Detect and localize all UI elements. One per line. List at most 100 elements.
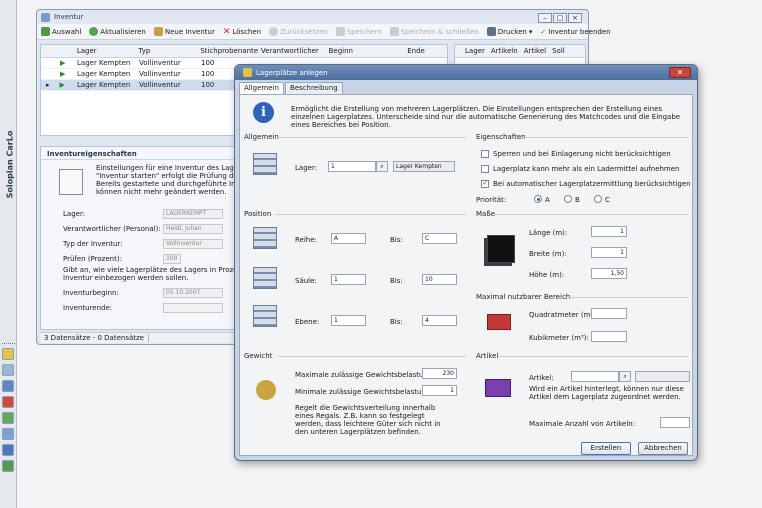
- max-articles-input[interactable]: [660, 417, 690, 428]
- inventory-type-field[interactable]: Vollinventur: [163, 239, 223, 249]
- priority-b-radio[interactable]: [564, 195, 572, 203]
- column-header[interactable]: Verantwortlicher: [258, 47, 326, 55]
- priority-a-radio[interactable]: [534, 195, 542, 203]
- key-icon[interactable]: [2, 348, 14, 360]
- warehouse-field[interactable]: LAGERKEMPT: [163, 209, 223, 219]
- level-to-input[interactable]: 4: [422, 315, 457, 326]
- multi-carrier-checkbox[interactable]: [481, 165, 489, 173]
- column-header[interactable]: Artikeln: [491, 47, 518, 55]
- toolbar: Auswahl Aktualisieren Neue Inventur ✕ Lös…: [37, 24, 611, 40]
- user-icon[interactable]: [2, 460, 14, 472]
- toolbar-filter-button[interactable]: Auswahl: [41, 27, 81, 36]
- max-weight-input[interactable]: 230: [422, 368, 457, 379]
- create-button[interactable]: Erstellen: [581, 442, 631, 455]
- checklist-icon: [59, 169, 83, 195]
- finish-icon: ✓: [540, 27, 547, 36]
- end-date-field[interactable]: [163, 303, 223, 313]
- row-from-input[interactable]: A: [331, 233, 366, 244]
- length-input[interactable]: 1: [591, 226, 627, 237]
- column-header[interactable]: Lager: [465, 47, 485, 55]
- save-close-icon: [389, 27, 399, 36]
- level-from-input[interactable]: 1: [331, 315, 366, 326]
- min-weight-input[interactable]: 1: [422, 385, 457, 396]
- container-icon: [487, 314, 511, 330]
- section-dimensions: Maße: [476, 210, 496, 218]
- width-input[interactable]: 1: [591, 247, 627, 258]
- calculator-icon[interactable]: [2, 380, 14, 392]
- save-icon: [335, 27, 345, 36]
- create-locations-dialog: Lagerplätze anlegen ✕ Allgemein Beschrei…: [234, 64, 698, 461]
- refresh-icon: [89, 27, 99, 36]
- column-header[interactable]: Soll: [552, 47, 565, 55]
- percent-field[interactable]: 100: [163, 254, 181, 264]
- info-text: Ermöglicht die Erstellung von mehreren L…: [291, 105, 681, 129]
- sidebar: Soloplan CarLo: [0, 0, 17, 508]
- globe-icon[interactable]: [2, 412, 14, 424]
- close-button[interactable]: ×: [568, 13, 582, 23]
- column-header[interactable]: Lager: [74, 47, 136, 55]
- new-inventory-icon: [153, 27, 163, 36]
- responsible-field[interactable]: Heidl, Julian: [163, 224, 223, 234]
- warehouse-name: Lager Kempten: [393, 161, 455, 172]
- window-icon: [41, 12, 50, 22]
- article-name: [635, 371, 690, 382]
- toolbar-finish-button[interactable]: ✓ Inventur beenden: [540, 28, 610, 36]
- toolbar-new-button[interactable]: Neue Inventur: [153, 27, 215, 36]
- row-pointer-icon: ▸: [46, 81, 50, 89]
- document-icon[interactable]: [2, 364, 14, 376]
- cube-icon: [487, 235, 515, 263]
- section-article: Artikel: [476, 352, 499, 360]
- weight-note: Regelt die Gewichtsverteilung innerhalb …: [295, 404, 441, 436]
- auto-assign-checkbox[interactable]: ✓: [481, 180, 489, 188]
- section-weight: Gewicht: [244, 352, 273, 360]
- column-to-input[interactable]: 10: [422, 274, 457, 285]
- tab-description[interactable]: Beschreibung: [284, 82, 343, 94]
- toolbar-refresh-button[interactable]: Aktualisieren: [89, 27, 146, 36]
- area-input[interactable]: [591, 308, 627, 319]
- shelf-icon: [253, 153, 277, 175]
- row-to-input[interactable]: C: [422, 233, 457, 244]
- column-header[interactable]: Ende: [404, 47, 447, 55]
- toolbar-reset-button[interactable]: Zurücksetzen: [269, 27, 328, 36]
- truck-icon[interactable]: [2, 396, 14, 408]
- divider: [2, 343, 15, 344]
- article-note: Wird ein Artikel hinterlegt, können nur …: [529, 385, 684, 401]
- toolbar-save-button[interactable]: Speichern: [335, 27, 382, 36]
- column-header[interactable]: Stichprobenanteil: [197, 47, 258, 55]
- priority-c-radio[interactable]: [594, 195, 602, 203]
- cancel-button[interactable]: Abbrechen: [638, 442, 688, 455]
- column-header[interactable]: Artikel: [524, 47, 546, 55]
- toolbar-save-close-button[interactable]: Speichern & schließen: [389, 27, 479, 36]
- delete-icon: ✕: [222, 26, 231, 37]
- toolbar-delete-button[interactable]: ✕ Löschen: [223, 27, 261, 37]
- column-header[interactable]: Typ: [136, 47, 198, 55]
- dialog-close-button[interactable]: ✕: [669, 67, 691, 78]
- grid-icon[interactable]: [2, 428, 14, 440]
- height-input[interactable]: 1,50: [591, 268, 627, 279]
- search-icon[interactable]: ⌕: [619, 371, 631, 382]
- article-input[interactable]: [571, 371, 619, 382]
- chevron-down-icon: ▾: [528, 27, 533, 36]
- lock-checkbox[interactable]: [481, 150, 489, 158]
- weight-icon: [256, 380, 276, 400]
- tab-general[interactable]: Allgemein: [239, 82, 284, 94]
- app-title: Soloplan CarLo: [5, 130, 15, 199]
- column-header[interactable]: Beginn: [326, 47, 405, 55]
- section-position: Position: [244, 210, 272, 218]
- chart-icon[interactable]: [2, 444, 14, 456]
- section-general: Allgemein: [244, 133, 279, 141]
- search-icon[interactable]: ⌕: [376, 161, 388, 172]
- toolbar-print-button[interactable]: Drucken ▾: [486, 27, 533, 36]
- minimize-button[interactable]: –: [538, 13, 552, 23]
- column-from-input[interactable]: 1: [331, 274, 366, 285]
- dialog-title: Lagerplätze anlegen: [256, 68, 328, 77]
- warehouse-input[interactable]: 1: [328, 161, 376, 172]
- level-shelf-icon: [253, 305, 277, 327]
- filter-icon: [41, 27, 50, 36]
- begin-date-field[interactable]: 05.10.2007: [163, 288, 223, 298]
- section-usable-area: Maximal nutzbarer Bereich: [476, 293, 571, 301]
- article-icon: [485, 379, 511, 397]
- maximize-button[interactable]: □: [553, 13, 567, 23]
- volume-input[interactable]: [591, 331, 627, 342]
- print-icon: [486, 27, 496, 36]
